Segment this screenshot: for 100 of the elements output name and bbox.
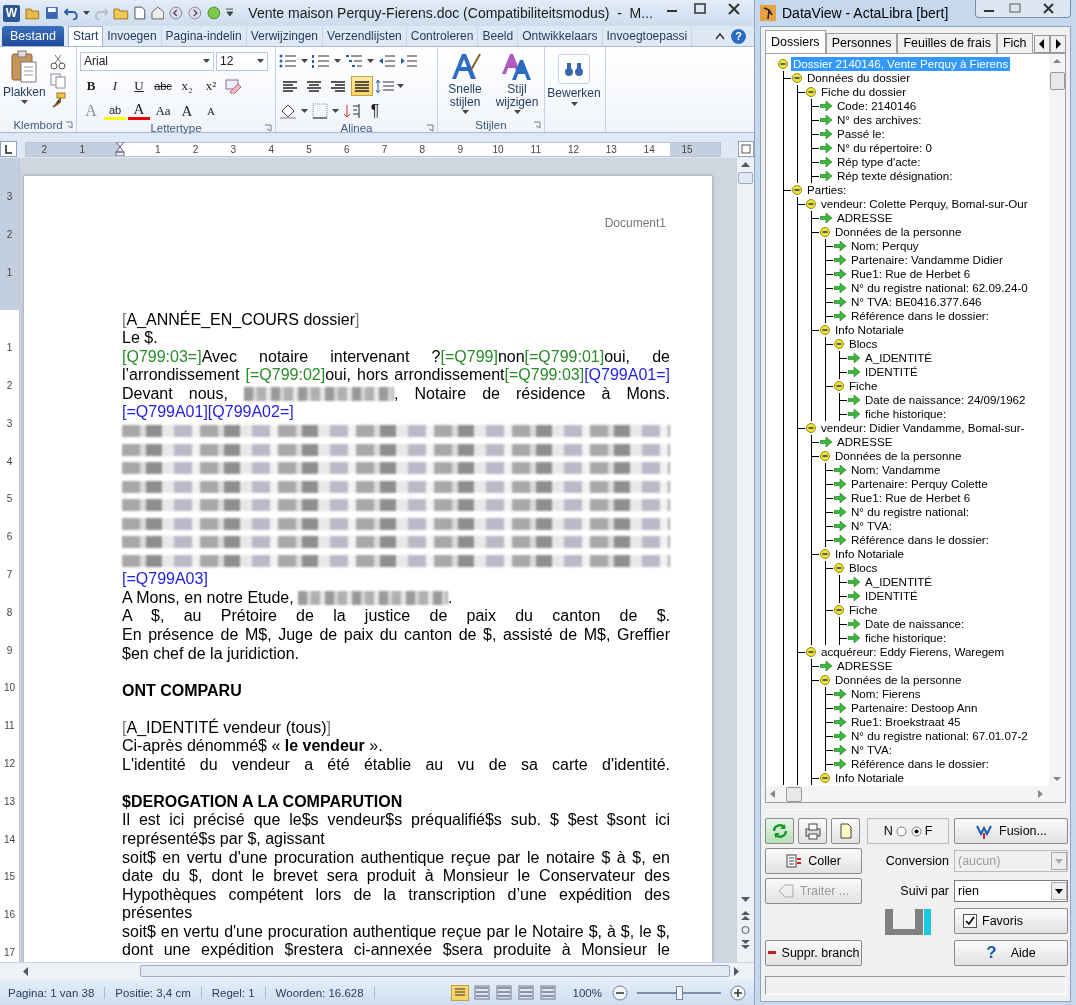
tree-item[interactable]: fiche historique: [863, 631, 949, 645]
tree-item[interactable]: Info Notariale [833, 547, 906, 561]
tree-item[interactable]: Référence dans le dossier: [849, 757, 991, 771]
refresh-icon[interactable] [770, 822, 789, 840]
expanded-node-icon[interactable] [820, 325, 830, 335]
align-justify-button[interactable] [351, 76, 373, 96]
tree-item[interactable]: Données du dossier [805, 71, 913, 85]
app-icon[interactable] [760, 5, 776, 21]
caret-icon[interactable] [397, 83, 404, 89]
format-button[interactable]: x₂ [176, 76, 198, 96]
multilevel-list-icon[interactable] [345, 54, 363, 68]
dropdown-field[interactable]: rien [954, 880, 1068, 902]
caret-icon[interactable] [461, 110, 469, 115]
format-button[interactable]: Aa [152, 101, 174, 121]
dialog-launcher-icon[interactable] [426, 124, 434, 132]
scrollbar-thumb[interactable] [786, 786, 802, 802]
tree-item[interactable]: Info Notariale [833, 323, 906, 337]
tree-item[interactable]: Fiche [847, 603, 880, 617]
radio-button[interactable]: N [883, 824, 907, 838]
format-button[interactable]: ab [104, 102, 126, 120]
dialog-launcher-icon[interactable] [65, 120, 73, 129]
style-button[interactable]: Snelle stijlen [442, 50, 488, 117]
tree-item[interactable]: Données de la personne [833, 673, 964, 687]
tree-item[interactable]: fiche historique: [863, 407, 949, 421]
tree-item[interactable]: N° du registre national: 62.09.24-0 [849, 281, 1030, 295]
draft-icon[interactable] [538, 984, 557, 1001]
open-folder-icon[interactable] [24, 6, 41, 20]
scrollbar-thumb[interactable] [140, 965, 730, 977]
clear-formatting-icon[interactable] [224, 78, 242, 94]
tree-item[interactable]: N° du registre national: [849, 505, 972, 519]
tree-item[interactable]: A_IDENTITÉ [863, 351, 934, 365]
outline-icon[interactable] [516, 984, 535, 1001]
print-icon[interactable] [803, 822, 822, 840]
format-button[interactable]: A [128, 102, 150, 120]
customize-toolbar-icon[interactable] [225, 8, 234, 18]
numbering-icon[interactable] [312, 54, 330, 68]
indent-marker-icon[interactable] [115, 142, 125, 156]
tree-item[interactable]: acquéreur: Eddy Fierens, Waregem [819, 645, 1007, 659]
caret-icon[interactable] [20, 100, 28, 105]
tree-item[interactable]: Parties: [805, 183, 849, 197]
caret-icon[interactable] [82, 10, 90, 16]
dialog-launcher-icon[interactable] [533, 120, 541, 129]
tree-item[interactable]: Partenaire: Destoop Ann [849, 701, 980, 715]
collapse-ribbon-icon[interactable] [715, 32, 725, 40]
paste-button[interactable]: Plakken [3, 50, 46, 117]
ribbon-tab[interactable]: Start [67, 26, 104, 46]
caret-icon[interactable] [203, 58, 210, 64]
format-button[interactable]: A [200, 101, 222, 121]
tree-item[interactable]: Blocs [847, 337, 880, 351]
paste-button[interactable]: Coller [765, 848, 862, 874]
tree-item[interactable]: Données de la personne [833, 225, 964, 239]
tree-item[interactable]: ADRESSE [835, 211, 895, 225]
tree-item[interactable]: Date de naissance: 24/09/1962 [863, 393, 1028, 407]
print-layout-icon[interactable] [450, 984, 469, 1001]
radio-button[interactable]: F [910, 824, 933, 838]
tree-item[interactable]: N° TVA: BE0416.377.646 [849, 295, 984, 309]
tree-item[interactable]: N° du répertoire: 0 [835, 141, 934, 155]
expanded-node-icon[interactable] [834, 563, 844, 573]
tab[interactable]: Dossiers [765, 30, 826, 53]
tab[interactable]: Personnes [825, 33, 898, 53]
tree-item[interactable]: Passé le: [835, 127, 887, 141]
file-tab[interactable]: Bestand [2, 26, 64, 46]
tree-item[interactable]: N° TVA: [849, 743, 894, 757]
back-icon[interactable] [169, 6, 184, 20]
caret-icon[interactable] [301, 108, 308, 114]
bullets-icon[interactable] [279, 54, 297, 68]
next-page-icon[interactable] [739, 938, 752, 952]
font-size-field[interactable]: 12 [216, 51, 268, 71]
borders-icon[interactable] [312, 103, 328, 119]
help-button[interactable]: ? [731, 28, 746, 44]
save-icon[interactable] [45, 6, 59, 20]
tree-item[interactable]: Code: 2140146 [835, 99, 919, 113]
expanded-node-icon[interactable] [778, 59, 788, 69]
scrollbar-thumb[interactable] [1049, 72, 1065, 90]
format-button[interactable]: A [176, 101, 198, 121]
tree-item[interactable]: IDENTITÉ [863, 589, 920, 603]
expanded-node-icon[interactable] [792, 185, 802, 195]
caret-icon[interactable] [570, 102, 578, 107]
caret-icon[interactable] [257, 58, 264, 64]
tree-item[interactable]: N° des archives: [835, 113, 924, 127]
expanded-node-icon[interactable] [820, 675, 830, 685]
zoom-out-icon[interactable] [612, 984, 628, 1001]
tree-item[interactable]: N° TVA: [849, 519, 894, 533]
tree-item[interactable]: Nom: Fierens [849, 687, 923, 701]
fusion-button[interactable]: Fusion... [954, 818, 1068, 844]
undo-icon[interactable] [64, 6, 78, 20]
format-button[interactable]: x² [200, 76, 222, 96]
zoom-in-icon[interactable] [730, 984, 746, 1001]
page-icon[interactable] [133, 6, 146, 20]
line-spacing-icon[interactable] [375, 78, 395, 94]
tree-item[interactable]: vendeur: Colette Perquy, Bomal-sur-Our [819, 197, 1030, 211]
tree-item[interactable]: Nom: Perquy [849, 239, 921, 253]
tree-item[interactable]: Partenaire: Perquy Colette [849, 477, 990, 491]
cut-icon[interactable] [49, 54, 66, 70]
font-name-field[interactable]: Arial [80, 51, 214, 71]
expanded-node-icon[interactable] [806, 647, 816, 657]
tree-item[interactable]: ADRESSE [835, 435, 895, 449]
tree-item[interactable]: Info Notariale [833, 771, 906, 785]
tree-item[interactable]: Rue1: Rue de Herbet 6 [849, 491, 973, 505]
increase-indent-icon[interactable] [400, 54, 418, 68]
